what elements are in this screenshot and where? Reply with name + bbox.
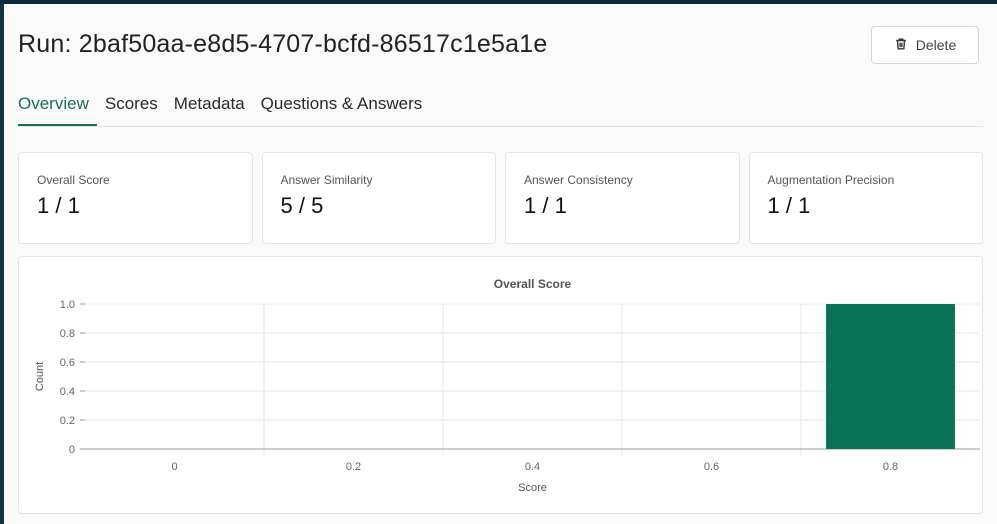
delete-button[interactable]: Delete bbox=[871, 26, 979, 64]
y-tick-label: 0.4 bbox=[60, 386, 75, 398]
trash-icon bbox=[894, 37, 908, 54]
chart-title: Overall Score bbox=[494, 277, 572, 291]
page-title: Run: 2baf50aa-e8d5-4707-bcfd-86517c1e5a1… bbox=[18, 30, 548, 58]
card-label: Answer Similarity bbox=[280, 173, 373, 187]
histogram-svg: Overall Score 0 0.2 0.4 0.6 0.8 1.0 0 0.2 0.4 0.6 0… bbox=[34, 277, 980, 494]
tab-scores[interactable]: Scores bbox=[105, 90, 166, 118]
score-card-overall: Overall Score 1 / 1 bbox=[18, 152, 253, 244]
x-tick-label: 0.8 bbox=[883, 461, 898, 473]
x-tick-label: 0 bbox=[171, 461, 177, 473]
run-detail-panel: Run: 2baf50aa-e8d5-4707-bcfd-86517c1e5a1… bbox=[0, 4, 997, 524]
tab-metadata[interactable]: Metadata bbox=[174, 90, 253, 118]
y-tick-label: 0.2 bbox=[60, 415, 75, 427]
page-header: Run: 2baf50aa-e8d5-4707-bcfd-86517c1e5a1… bbox=[18, 24, 983, 68]
x-tick-label: 0.6 bbox=[704, 461, 719, 473]
x-tick-label: 0.2 bbox=[346, 461, 361, 473]
tab-questions-answers[interactable]: Questions & Answers bbox=[261, 90, 431, 118]
score-card-answer-similarity: Answer Similarity 5 / 5 bbox=[261, 152, 496, 244]
card-value: 5 / 5 bbox=[280, 193, 324, 218]
score-cards: Overall Score 1 / 1 Answer Similarity 5 … bbox=[18, 152, 983, 244]
y-tick-label: 0.8 bbox=[60, 328, 75, 340]
x-tick-label: 0.4 bbox=[525, 461, 540, 473]
tab-overview[interactable]: Overview bbox=[18, 90, 97, 126]
card-label: Augmentation Precision bbox=[767, 173, 895, 187]
overall-score-chart: Overall Score 0 0.2 0.4 0.6 0.8 1.0 0 0.2 0.4 0.6 0… bbox=[18, 256, 983, 514]
bar-0-8 bbox=[826, 304, 955, 449]
y-tick-label: 0.6 bbox=[60, 357, 75, 369]
y-axis-title: Count bbox=[34, 362, 46, 391]
x-axis-title: Score bbox=[518, 482, 547, 494]
tab-bar: Overview Scores Metadata Questions & Ans… bbox=[18, 90, 983, 127]
delete-button-label: Delete bbox=[915, 37, 957, 53]
y-tick-label: 0 bbox=[69, 444, 75, 456]
card-value: 1 / 1 bbox=[524, 193, 567, 218]
card-value: 1 / 1 bbox=[767, 193, 811, 218]
score-card-augmentation-precision: Augmentation Precision 1 / 1 bbox=[748, 152, 983, 244]
card-value: 1 / 1 bbox=[37, 193, 80, 218]
card-label: Overall Score bbox=[37, 173, 110, 187]
y-tick-label: 1.0 bbox=[60, 299, 75, 311]
score-card-answer-consistency: Answer Consistency 1 / 1 bbox=[505, 152, 740, 244]
card-label: Answer Consistency bbox=[524, 173, 633, 187]
